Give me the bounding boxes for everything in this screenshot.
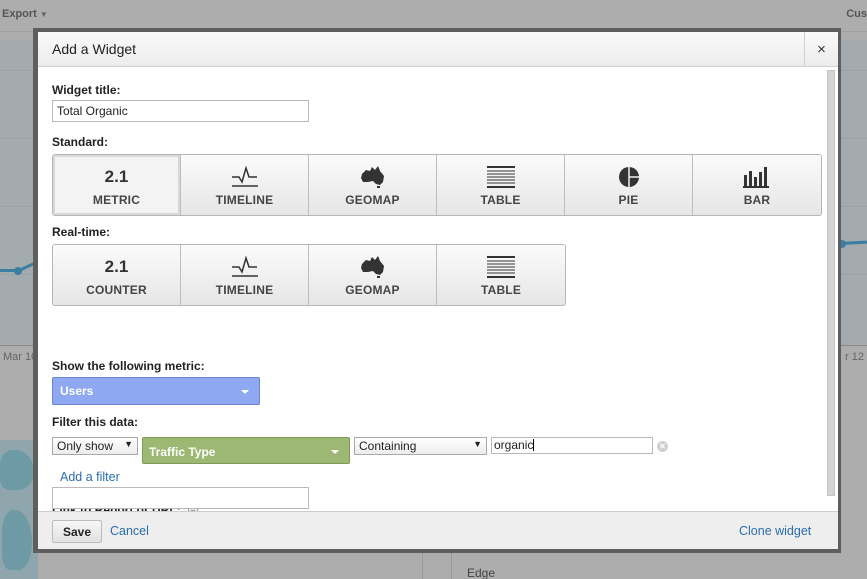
pie-icon <box>565 165 692 189</box>
counter-number-icon: 2.1 <box>104 257 129 276</box>
clear-filter-icon[interactable]: ✕ <box>657 441 668 452</box>
add-filter-link[interactable]: Add a filter <box>60 470 120 484</box>
realtime-widget-types: 2.1 COUNTER TIMELINE GEOMAP TABLE <box>52 244 566 306</box>
map-land <box>0 450 34 490</box>
standard-pie-button[interactable]: PIE <box>565 155 693 215</box>
widget-title-label: Widget title: <box>52 83 121 97</box>
table-icon <box>437 165 564 189</box>
standard-table-button[interactable]: TABLE <box>437 155 565 215</box>
standard-geomap-button[interactable]: GEOMAP <box>309 155 437 215</box>
chevron-down-icon <box>331 450 339 454</box>
standard-label: Standard: <box>52 135 109 149</box>
table-row-label: Edge <box>467 566 496 579</box>
realtime-counter-button[interactable]: 2.1 COUNTER <box>53 245 181 305</box>
save-button[interactable]: Save <box>52 520 102 543</box>
close-icon: × <box>817 41 826 58</box>
customize-button[interactable]: Cus <box>846 8 867 20</box>
geomap-icon <box>309 255 436 279</box>
metric-label: Show the following metric: <box>52 359 205 373</box>
standard-metric-button[interactable]: 2.1 METRIC <box>53 155 181 215</box>
dropdown-arrow-icon: ▼ <box>124 439 133 449</box>
realtime-timeline-button[interactable]: TIMELINE <box>181 245 309 305</box>
add-widget-dialog: Add a Widget × Widget title: Standard: 2… <box>38 32 838 549</box>
x-axis-label: r 12 <box>845 351 864 363</box>
metric-select[interactable]: Users <box>52 377 260 405</box>
link-url-input[interactable] <box>52 487 309 509</box>
table-divider <box>451 553 452 579</box>
table-divider <box>422 553 423 579</box>
standard-bar-button[interactable]: BAR <box>693 155 821 215</box>
realtime-geomap-button[interactable]: GEOMAP <box>309 245 437 305</box>
text-cursor <box>533 439 535 451</box>
dialog-title: Add a Widget <box>52 41 137 57</box>
bar-icon <box>693 165 821 189</box>
chevron-down-icon <box>241 390 249 394</box>
metric-number-icon: 2.1 <box>104 167 129 186</box>
timeline-icon <box>181 255 308 279</box>
timeline-icon <box>181 165 308 189</box>
cancel-link[interactable]: Cancel <box>110 524 149 538</box>
dialog-body: Widget title: Standard: 2.1 METRIC TIMEL… <box>38 68 838 511</box>
standard-widget-types: 2.1 METRIC TIMELINE GEOMAP TABLE PIE BAR <box>52 154 822 216</box>
chevron-down-icon: ▼ <box>39 10 48 19</box>
dialog-header: Add a Widget × <box>38 32 838 67</box>
chart-point <box>14 267 22 275</box>
filter-label: Filter this data: <box>52 415 139 429</box>
table-icon <box>437 255 565 279</box>
close-button[interactable]: × <box>804 32 838 67</box>
standard-timeline-button[interactable]: TIMELINE <box>181 155 309 215</box>
clone-widget-link[interactable]: Clone widget <box>739 524 811 538</box>
filter-mode-select[interactable]: Only show ▼ <box>52 437 138 455</box>
widget-title-input[interactable] <box>52 100 309 122</box>
map-land <box>2 510 32 570</box>
export-menu[interactable]: Export ▼ <box>2 8 48 20</box>
dropdown-arrow-icon: ▼ <box>473 439 482 449</box>
filter-operator-select[interactable]: Containing ▼ <box>354 437 487 455</box>
dialog-footer: Save Cancel Clone widget <box>38 511 838 549</box>
realtime-table-button[interactable]: TABLE <box>437 245 565 305</box>
filter-value-input[interactable]: organic <box>491 437 653 454</box>
realtime-label: Real-time: <box>52 225 111 239</box>
dialog-scrollbar[interactable] <box>827 70 835 496</box>
filter-dimension-select[interactable]: Traffic Type <box>142 437 350 464</box>
geomap-icon <box>309 165 436 189</box>
